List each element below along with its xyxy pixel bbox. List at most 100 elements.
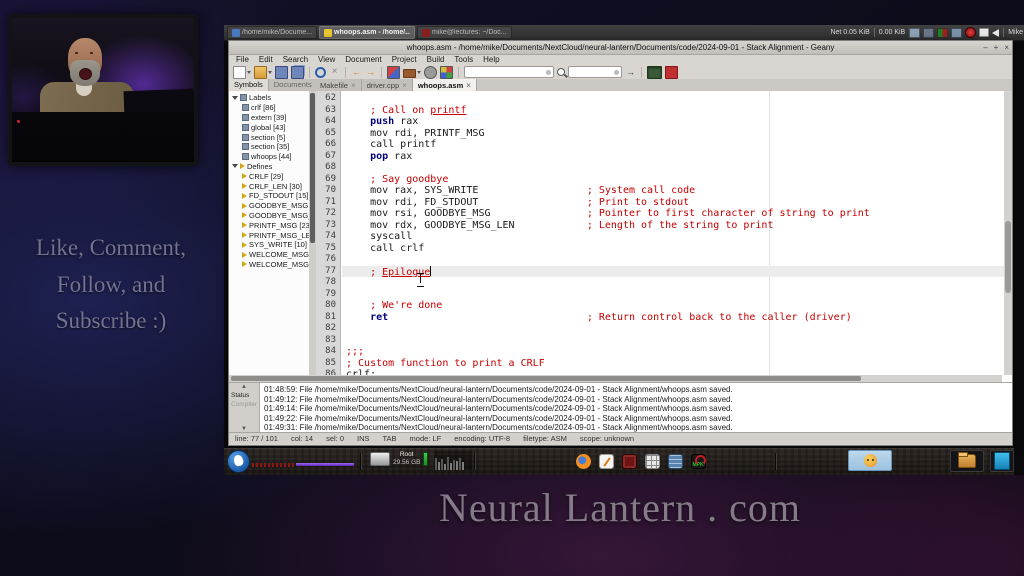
- code-line[interactable]: ; Say goodbye: [342, 174, 1004, 186]
- navigate-back-button[interactable]: [351, 67, 362, 78]
- scroll-up-icon[interactable]: ▲: [241, 383, 247, 391]
- menu-project[interactable]: Project: [387, 54, 422, 65]
- compile-button[interactable]: [387, 65, 400, 79]
- code-line[interactable]: mov rdx, GOODBYE_MSG_LEN ; Length of the…: [342, 220, 1004, 232]
- menu-document[interactable]: Document: [340, 54, 386, 65]
- taskbar-window-button[interactable]: whoops.asm - /home/...: [319, 26, 416, 39]
- cpu-graph[interactable]: [434, 451, 472, 470]
- quit-button[interactable]: [665, 65, 678, 79]
- code-editor[interactable]: ; Call on printf push rax mov rdi, PRINT…: [342, 91, 1004, 375]
- code-line[interactable]: [342, 335, 1004, 347]
- launcher-bluefish[interactable]: [990, 450, 1014, 472]
- launcher-mpk[interactable]: MPK: [689, 452, 707, 471]
- code-line[interactable]: syscall: [342, 231, 1004, 243]
- line-number-gutter[interactable]: 62 63 64 65 66 67 68 69 70 71 72 73 74 75 76 77 78 79 80 81…: [316, 91, 341, 379]
- code-line[interactable]: ; We're done: [342, 300, 1004, 312]
- status-message[interactable]: 01:49:14: File /home/mike/Documents/Next…: [260, 404, 1012, 414]
- jump-to-line-button[interactable]: [625, 67, 636, 78]
- applications-menu-button[interactable]: [227, 450, 250, 473]
- expander-icon[interactable]: [232, 95, 238, 100]
- menu-edit[interactable]: Edit: [254, 54, 278, 65]
- code-line[interactable]: call crlf: [342, 243, 1004, 255]
- symbol-item[interactable]: PRINTF_MSG [23]: [229, 220, 309, 230]
- goto-line-input[interactable]: [569, 68, 614, 76]
- window-control[interactable]: ×: [1004, 41, 1009, 54]
- save-button[interactable]: [275, 65, 288, 79]
- code-line[interactable]: [342, 93, 1004, 105]
- code-line[interactable]: [342, 162, 1004, 174]
- color-chooser-button[interactable]: [440, 65, 453, 79]
- sidebar-tab-documents[interactable]: Documents: [268, 79, 318, 91]
- display2-icon[interactable]: [951, 27, 963, 38]
- launcher-calculator[interactable]: [643, 452, 661, 471]
- status-message[interactable]: 01:48:59: File /home/mike/Documents/Next…: [260, 385, 1012, 395]
- clear-icon[interactable]: [546, 69, 551, 75]
- symbol-item[interactable]: extern [39]: [229, 113, 309, 123]
- editor-tab-driver.cpp[interactable]: driver.cpp ×: [361, 79, 413, 91]
- display-icon[interactable]: [909, 27, 921, 38]
- symbol-item[interactable]: FD_STDOUT [15]: [229, 191, 309, 201]
- save-all-button[interactable]: [291, 65, 304, 79]
- code-line[interactable]: ;;;: [342, 346, 1004, 358]
- symbol-item[interactable]: PRINTF_MSG_LEN [2: [229, 230, 309, 240]
- scrollbar-thumb[interactable]: [231, 376, 861, 381]
- symbols-group-defines[interactable]: Defines: [229, 162, 309, 172]
- menu-tools[interactable]: Tools: [449, 54, 478, 65]
- message-tab-compiler[interactable]: Compiler: [231, 400, 257, 409]
- window-control[interactable]: +: [994, 41, 999, 54]
- close-tab-icon[interactable]: ×: [402, 81, 407, 90]
- open-file-dropdown-icon[interactable]: [268, 70, 272, 74]
- symbol-item[interactable]: WELCOME_MSG_LEN: [229, 260, 309, 270]
- expander-icon[interactable]: [232, 164, 238, 169]
- code-line[interactable]: [342, 323, 1004, 335]
- volume-icon[interactable]: [992, 28, 1000, 37]
- new-file-dropdown-icon[interactable]: [247, 70, 251, 74]
- launcher-file-manager[interactable]: [950, 450, 984, 472]
- code-line[interactable]: ; Call on printf: [342, 105, 1004, 117]
- status-message[interactable]: 01:49:22: File /home/mike/Documents/Next…: [260, 414, 1012, 424]
- window-control[interactable]: –: [983, 41, 987, 54]
- scrollbar-thumb[interactable]: [1005, 221, 1011, 293]
- workspace-icon[interactable]: [923, 27, 935, 38]
- editor-vertical-scrollbar[interactable]: [1004, 91, 1012, 375]
- close-file-button[interactable]: [329, 67, 340, 78]
- symbol-item[interactable]: CRLF_LEN [30]: [229, 181, 309, 191]
- menu-search[interactable]: Search: [278, 54, 313, 65]
- clear-icon[interactable]: [614, 69, 619, 75]
- code-line[interactable]: [342, 277, 1004, 289]
- close-tab-icon[interactable]: ×: [351, 81, 356, 90]
- menu-file[interactable]: File: [231, 54, 254, 65]
- code-line[interactable]: mov rax, SYS_WRITE ; System call code: [342, 185, 1004, 197]
- code-line[interactable]: mov rdi, FD_STDOUT ; Print to stdout: [342, 197, 1004, 209]
- symbol-item[interactable]: crlf [86]: [229, 103, 309, 113]
- build-button[interactable]: [403, 68, 416, 78]
- symbol-item[interactable]: global [43]: [229, 122, 309, 132]
- taskbar-window-button[interactable]: mike@lectures: ~/Doc...: [417, 26, 512, 39]
- search-entry[interactable]: [464, 66, 554, 78]
- open-file-button[interactable]: [254, 65, 267, 79]
- symbol-item[interactable]: CRLF [29]: [229, 171, 309, 181]
- sidebar-scrollbar[interactable]: [309, 91, 316, 382]
- symbols-group-labels[interactable]: Labels: [229, 93, 309, 103]
- execute-button[interactable]: [424, 65, 437, 79]
- active-task-button[interactable]: [848, 450, 892, 471]
- editor-horizontal-scrollbar[interactable]: [229, 375, 1002, 382]
- battery-icon[interactable]: [979, 28, 990, 37]
- symbol-item[interactable]: SYS_WRITE [10]: [229, 240, 309, 250]
- code-line[interactable]: ; Custom function to print a CRLF: [342, 358, 1004, 370]
- symbol-item[interactable]: WELCOME_MSG [20: [229, 250, 309, 260]
- code-line[interactable]: call printf: [342, 139, 1004, 151]
- build-dropdown-icon[interactable]: [417, 70, 421, 74]
- scrollbar-thumb[interactable]: [310, 93, 315, 243]
- code-line[interactable]: mov rdi, PRINTF_MSG: [342, 128, 1004, 140]
- code-line[interactable]: [342, 254, 1004, 266]
- symbol-item[interactable]: section [35]: [229, 142, 309, 152]
- code-line[interactable]: [342, 289, 1004, 301]
- revert-button[interactable]: [315, 66, 326, 78]
- code-line[interactable]: ret ; Return control back to the caller …: [342, 312, 1004, 324]
- symbol-item[interactable]: GOODBYE_MSG [26: [229, 201, 309, 211]
- menu-view[interactable]: View: [313, 54, 340, 65]
- new-file-button[interactable]: [233, 65, 246, 79]
- disk-usage-widget[interactable]: Root 29.56 GB: [370, 451, 429, 467]
- sidebar-tab-symbols[interactable]: Symbols: [229, 79, 269, 91]
